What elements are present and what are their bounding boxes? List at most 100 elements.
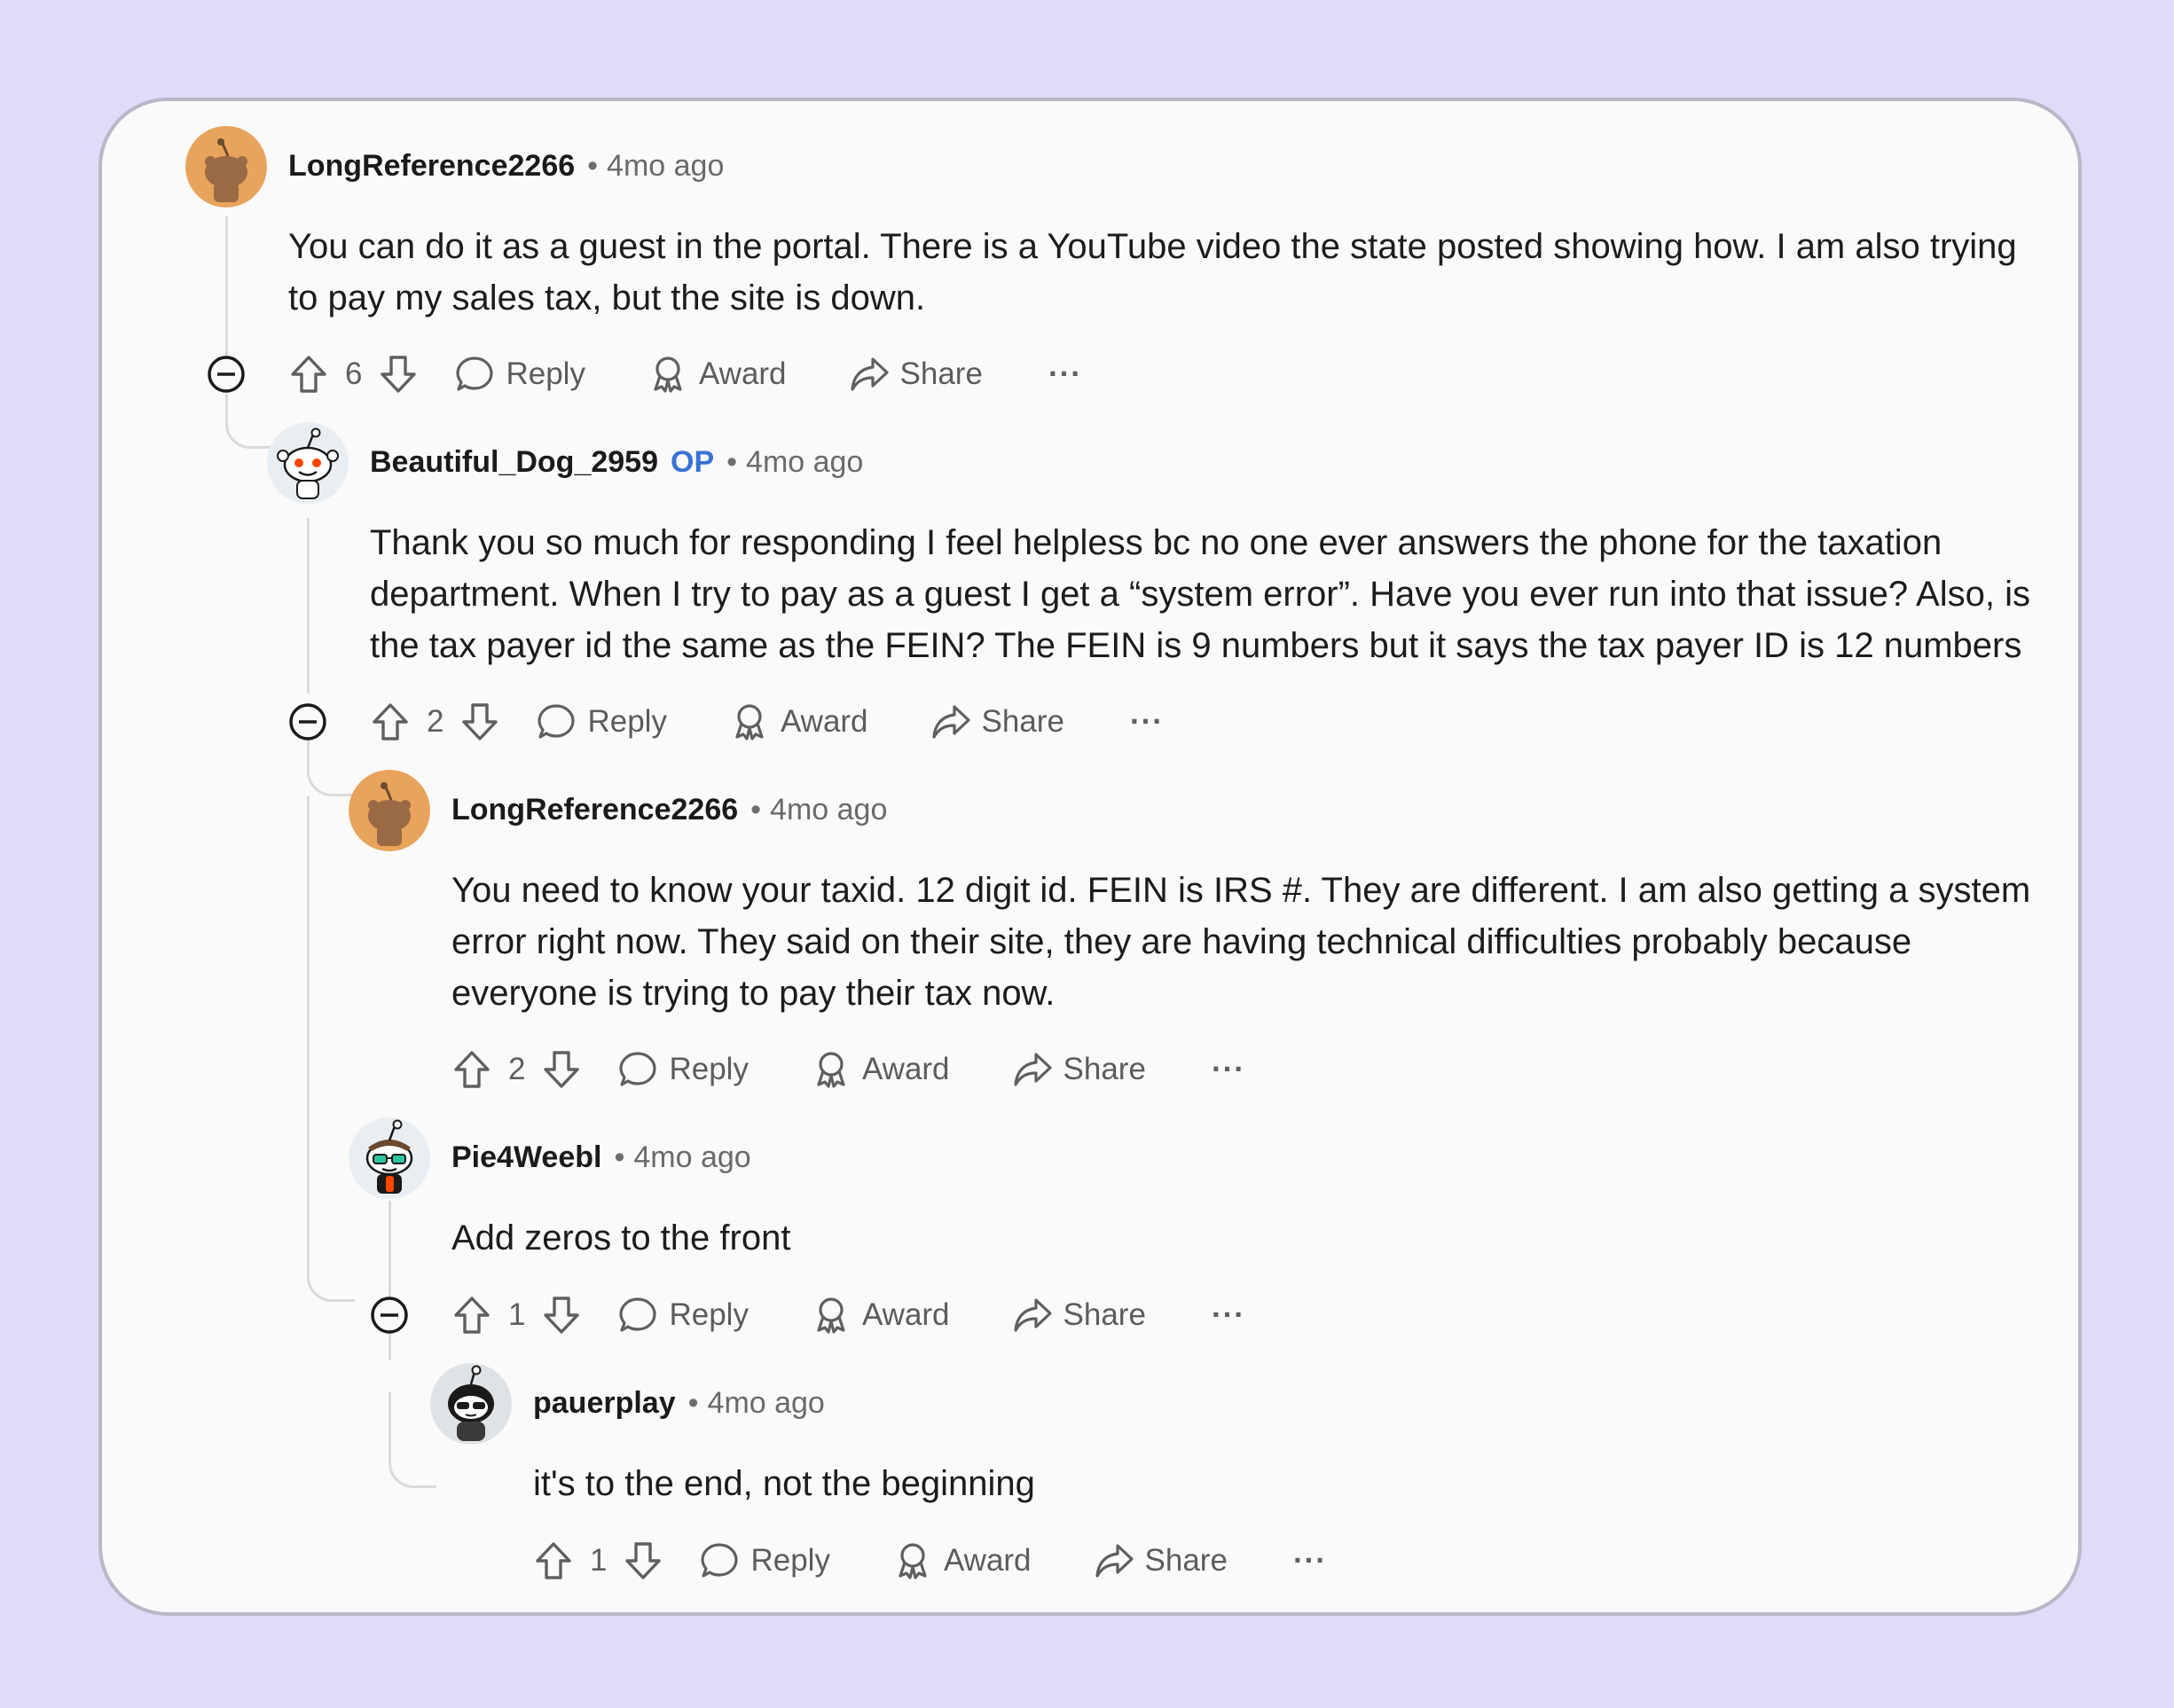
- timestamp[interactable]: 4mo ago: [746, 445, 863, 480]
- reply-button[interactable]: Reply: [699, 1540, 830, 1581]
- award-button[interactable]: Award: [892, 1540, 1032, 1581]
- share-arrow-icon: [850, 357, 889, 391]
- username[interactable]: pauerplay: [533, 1386, 676, 1421]
- reply-button[interactable]: Reply: [617, 1295, 749, 1336]
- speech-bubble-icon: [538, 704, 576, 739]
- comment-actions: 2 Reply Award Share ···: [370, 695, 1164, 748]
- award-ribbon-icon: [654, 356, 682, 393]
- upvote-button[interactable]: [370, 701, 411, 742]
- upvote-arrow-icon: [373, 703, 408, 740]
- thread-connector: [388, 1392, 436, 1488]
- award-label: Award: [861, 1052, 950, 1086]
- thread-line[interactable]: [307, 518, 310, 693]
- downvote-button[interactable]: [378, 354, 419, 395]
- award-ribbon-icon: [817, 1297, 845, 1334]
- award-label: Award: [780, 704, 868, 739]
- avatar[interactable]: [349, 770, 430, 851]
- upvote-button[interactable]: [533, 1540, 574, 1581]
- collapse-button[interactable]: [287, 701, 328, 742]
- upvote-arrow-icon: [454, 1297, 490, 1334]
- thread-line[interactable]: [388, 1201, 391, 1360]
- snoo-avatar-icon: [267, 422, 349, 504]
- reply-button[interactable]: Reply: [536, 701, 667, 742]
- snoo-avatar-icon: [430, 1363, 512, 1445]
- reply-label: Reply: [587, 704, 667, 739]
- more-options-button[interactable]: ···: [1212, 1297, 1245, 1333]
- downvote-button[interactable]: [459, 701, 500, 742]
- reply-button[interactable]: Reply: [454, 354, 585, 395]
- reply-label: Reply: [669, 1297, 749, 1332]
- downvote-button[interactable]: [541, 1295, 582, 1336]
- share-button[interactable]: Share: [1012, 1049, 1146, 1090]
- avatar[interactable]: [267, 422, 349, 504]
- separator-dot: •: [587, 148, 599, 183]
- more-options-button[interactable]: ···: [1212, 1052, 1245, 1087]
- share-arrow-icon: [1013, 1298, 1052, 1332]
- vote-count: 1: [590, 1543, 608, 1578]
- comment-header: LongReference2266 • 4mo ago: [451, 789, 887, 830]
- speech-bubble-icon: [456, 356, 494, 391]
- separator-dot: •: [726, 444, 738, 479]
- snoo-avatar-icon: [349, 1117, 430, 1199]
- thread-connector: [225, 394, 273, 449]
- comment-header: Beautiful_Dog_2959 OP • 4mo ago: [370, 442, 863, 482]
- username[interactable]: Pie4Weebl: [451, 1140, 601, 1175]
- collapse-button[interactable]: [206, 354, 247, 395]
- downvote-button[interactable]: [541, 1049, 582, 1090]
- award-ribbon-icon: [735, 704, 764, 740]
- reply-label: Reply: [750, 1543, 830, 1578]
- downvote-button[interactable]: [623, 1540, 663, 1581]
- share-arrow-icon: [1013, 1053, 1052, 1086]
- upvote-button[interactable]: [451, 1049, 492, 1090]
- snoo-avatar-icon: [349, 770, 430, 851]
- share-arrow-icon: [931, 705, 970, 739]
- share-button[interactable]: Share: [849, 354, 983, 395]
- snoo-avatar-icon: [185, 126, 267, 208]
- username[interactable]: LongReference2266: [451, 793, 738, 827]
- comment-actions: 6 Reply Award Share ···: [288, 348, 1082, 401]
- share-label: Share: [899, 356, 983, 391]
- separator-dot: •: [750, 792, 762, 827]
- more-options-button[interactable]: ···: [1293, 1543, 1327, 1579]
- downvote-arrow-icon: [625, 1542, 662, 1579]
- timestamp[interactable]: 4mo ago: [633, 1140, 750, 1175]
- thread-line[interactable]: [307, 796, 310, 1187]
- separator-dot: •: [614, 1140, 625, 1174]
- comment-body: it's to the end, not the beginning: [533, 1464, 1035, 1503]
- speech-bubble-icon: [701, 1543, 739, 1578]
- more-options-button[interactable]: ···: [1130, 704, 1164, 740]
- comment-header: Pie4Weebl • 4mo ago: [451, 1137, 751, 1178]
- comment-body: Add zeros to the front: [451, 1218, 791, 1257]
- username[interactable]: LongReference2266: [288, 149, 575, 184]
- timestamp[interactable]: 4mo ago: [708, 1386, 825, 1421]
- collapse-minus-icon: [208, 356, 245, 393]
- avatar[interactable]: [185, 126, 267, 208]
- award-button[interactable]: Award: [811, 1049, 950, 1090]
- upvote-button[interactable]: [451, 1295, 492, 1336]
- avatar[interactable]: [349, 1117, 430, 1199]
- award-label: Award: [861, 1297, 950, 1332]
- reply-button[interactable]: Reply: [617, 1049, 749, 1090]
- downvote-arrow-icon: [462, 703, 498, 740]
- share-label: Share: [1063, 1297, 1146, 1332]
- avatar[interactable]: [430, 1363, 512, 1445]
- share-button[interactable]: Share: [930, 701, 1064, 742]
- comment-header: LongReference2266 • 4mo ago: [288, 145, 724, 186]
- collapse-button[interactable]: [369, 1295, 410, 1336]
- award-button[interactable]: Award: [647, 354, 787, 395]
- share-button[interactable]: Share: [1012, 1295, 1146, 1336]
- share-button[interactable]: Share: [1094, 1540, 1228, 1581]
- upvote-arrow-icon: [291, 356, 326, 393]
- username[interactable]: Beautiful_Dog_2959: [370, 445, 658, 480]
- collapse-minus-icon: [289, 703, 326, 740]
- comment-header: pauerplay • 4mo ago: [533, 1383, 825, 1423]
- timestamp[interactable]: 4mo ago: [607, 149, 724, 184]
- award-button[interactable]: Award: [729, 701, 868, 742]
- timestamp[interactable]: 4mo ago: [770, 793, 887, 827]
- more-options-button[interactable]: ···: [1048, 356, 1082, 392]
- comment-body: You need to know your taxid. 12 digit id…: [451, 871, 2031, 1013]
- award-button[interactable]: Award: [811, 1295, 950, 1336]
- share-arrow-icon: [1095, 1544, 1134, 1578]
- upvote-button[interactable]: [288, 354, 329, 395]
- vote-count: 2: [508, 1052, 526, 1086]
